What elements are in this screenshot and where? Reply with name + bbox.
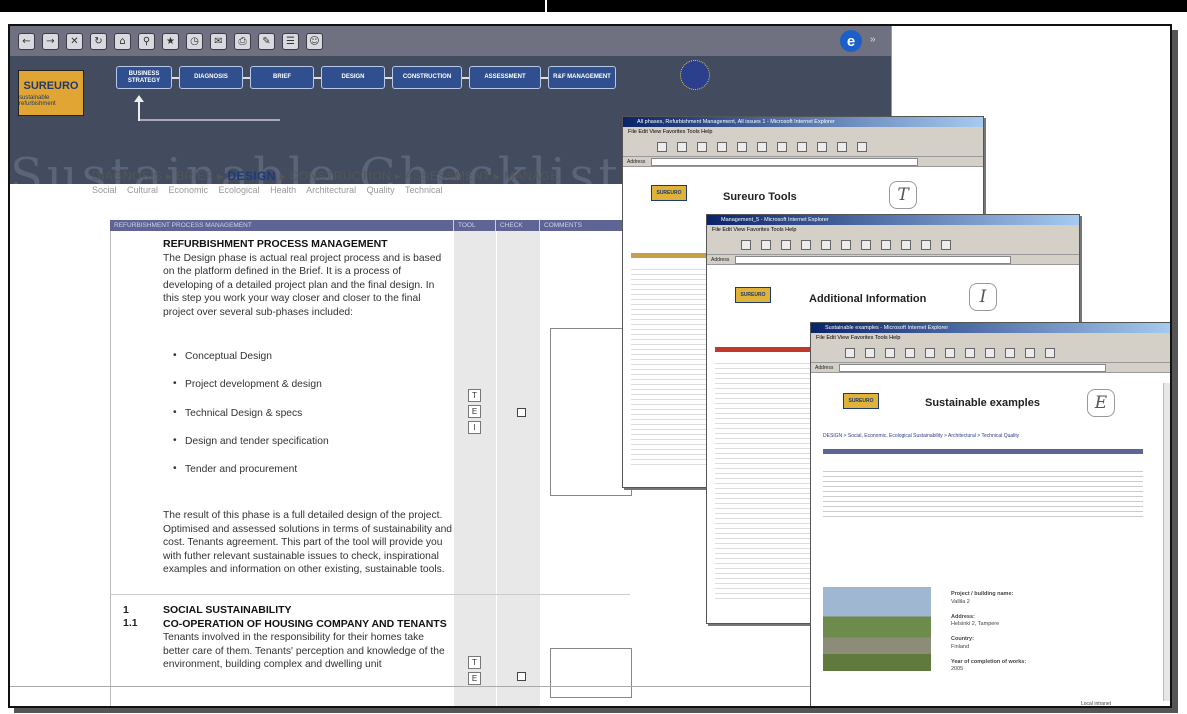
check-column (496, 231, 540, 706)
list-item: Project development & design (173, 378, 322, 390)
check-box[interactable] (517, 672, 526, 681)
menu-bar[interactable]: File Edit View Favorites Tools Help (623, 127, 983, 137)
header-comments: COMMENTS (544, 222, 582, 229)
info-i-icon: I (969, 283, 997, 311)
window-heading: Sureuro Tools (723, 191, 797, 203)
ie-logo-icon: e (840, 30, 862, 52)
window-heading: Additional Information (809, 293, 927, 305)
mail-icon[interactable]: ✉ (210, 32, 227, 50)
refresh-icon[interactable]: ↻ (90, 32, 107, 50)
top-black-bar (0, 0, 1187, 12)
ie-toolbar (811, 343, 1170, 363)
crumb-brief[interactable]: BRIEF (176, 169, 213, 183)
browser-toolbar: ← → ✕ ↻ ⌂ ⚲ ★ ◷ ✉ ⎙ ✎ ☰ ☺ e » (10, 26, 891, 56)
phase-navigation: BUSINESS STRATEGY DIAGNOSIS BRIEF DESIGN… (116, 66, 616, 89)
comment-field[interactable] (550, 648, 632, 698)
ie-toolbar (623, 137, 983, 157)
header-tool: TOOL (454, 220, 496, 231)
list-item: Conceptual Design (173, 350, 272, 362)
header-check: CHECK (496, 220, 540, 231)
breadcrumb: DIAGNOSIS ▸ BRIEF ▸ DESIGN ▸ CONSTRUCTIO… (92, 169, 559, 183)
section-refurbishment: REFURBISHMENT PROCESS MANAGEMENT The Des… (163, 238, 453, 319)
frame-shadow (1172, 30, 1178, 710)
sureuro-logo: SUREURO (651, 185, 687, 201)
phase-construction[interactable]: CONSTRUCTION (392, 66, 462, 89)
aspect-links[interactable]: Social Cultural Economic Ecological Heal… (92, 185, 442, 195)
section-title: REFURBISHMENT PROCESS MANAGEMENT (163, 238, 388, 250)
tool-t-icon[interactable]: T (468, 656, 481, 669)
menu-bar[interactable]: File Edit View Favorites Tools Help (811, 333, 1170, 343)
building-photo (823, 587, 931, 671)
project-details: Project / building name: Vallila 2 Addres… (951, 591, 1027, 672)
examples-crumb[interactable]: DESIGN > Social, Economic, Ecological Su… (823, 433, 1083, 440)
tool-e-icon[interactable]: E (468, 672, 481, 685)
ie-toolbar (707, 235, 1079, 255)
tool-column (454, 231, 496, 706)
crumb-diagnosis[interactable]: DIAGNOSIS (92, 169, 162, 183)
check-box[interactable] (517, 408, 526, 417)
stop-icon[interactable]: ✕ (66, 32, 83, 50)
section-social: SOCIAL SUSTAINABILITY CO-OPERATION OF HO… (163, 604, 447, 670)
phase-rf-management[interactable]: R&F MANAGEMENT (548, 66, 616, 89)
back-icon[interactable]: ← (18, 32, 35, 50)
phase-design[interactable]: DESIGN (321, 66, 385, 89)
window-heading: Sustainable examples (925, 397, 1040, 409)
discuss-icon[interactable]: ☰ (282, 32, 299, 50)
history-icon[interactable]: ◷ (186, 32, 203, 50)
section-intro: The Design phase is actual real project … (163, 252, 442, 318)
examples-e-icon: E (1087, 389, 1115, 417)
phase-diagnosis[interactable]: DIAGNOSIS (179, 66, 243, 89)
edit-icon[interactable]: ✎ (258, 32, 275, 50)
tool-e-icon[interactable]: E (468, 405, 481, 418)
screenshot-frame: ← → ✕ ↻ ⌂ ⚲ ★ ◷ ✉ ⎙ ✎ ☰ ☺ e » SUREURO su… (8, 24, 1172, 708)
tool-t-icon[interactable]: T (468, 389, 481, 402)
comment-field[interactable] (550, 328, 632, 496)
home-icon[interactable]: ⌂ (114, 32, 131, 50)
search-icon[interactable]: ⚲ (138, 32, 155, 50)
favorites-icon[interactable]: ★ (162, 32, 179, 50)
crumb-construction[interactable]: CONSTRUCTION (290, 169, 391, 183)
crumb-design[interactable]: DESIGN (227, 169, 275, 183)
phase-assessment[interactable]: ASSESSMENT (469, 66, 541, 89)
chevron-icon[interactable]: » (870, 34, 876, 45)
sureuro-logo: SUREURO (843, 393, 879, 409)
table-header: REFURBISHMENT PROCESS MANAGEMENT TOOL CH… (110, 220, 630, 231)
phase-business-strategy[interactable]: BUSINESS STRATEGY (116, 66, 172, 89)
crumb-assessment[interactable]: ASSESSMENT (404, 169, 490, 183)
crumb-manage[interactable]: MANAGE (504, 169, 558, 183)
subsection-number: 1.1 (123, 617, 138, 629)
section-outro: The result of this phase is a full detai… (163, 510, 453, 575)
frame-shadow-bottom (14, 708, 1178, 713)
cycle-arrow-icon (134, 95, 280, 121)
list-item: Design and tender specification (173, 435, 329, 447)
eu-flag-icon (680, 60, 710, 90)
address-bar[interactable]: Address (623, 157, 983, 167)
sureuro-logo[interactable]: SUREURO sustainable refurbishment (18, 70, 84, 116)
menu-bar[interactable]: File Edit View Favorites Tools Help (707, 225, 1079, 235)
scrollbar[interactable] (1163, 383, 1170, 701)
messenger-icon[interactable]: ☺ (306, 32, 323, 50)
list-item: Tender and procurement (173, 463, 297, 475)
tool-i-icon[interactable]: I (468, 421, 481, 434)
status-bar: Local intranet (1081, 701, 1112, 707)
phase-brief[interactable]: BRIEF (250, 66, 314, 89)
list-item: Technical Design & specs (173, 407, 302, 419)
sureuro-logo: SUREURO (735, 287, 771, 303)
address-bar[interactable]: Address (707, 255, 1079, 265)
examples-window: Sustainable examples - Microsoft Interne… (810, 322, 1170, 707)
forward-icon[interactable]: → (42, 32, 59, 50)
print-icon[interactable]: ⎙ (234, 32, 251, 50)
tool-t-icon: T (889, 181, 917, 209)
section-number: 1 (123, 604, 129, 616)
header-process: REFURBISHMENT PROCESS MANAGEMENT (110, 220, 454, 231)
address-bar[interactable]: Address (811, 363, 1170, 373)
